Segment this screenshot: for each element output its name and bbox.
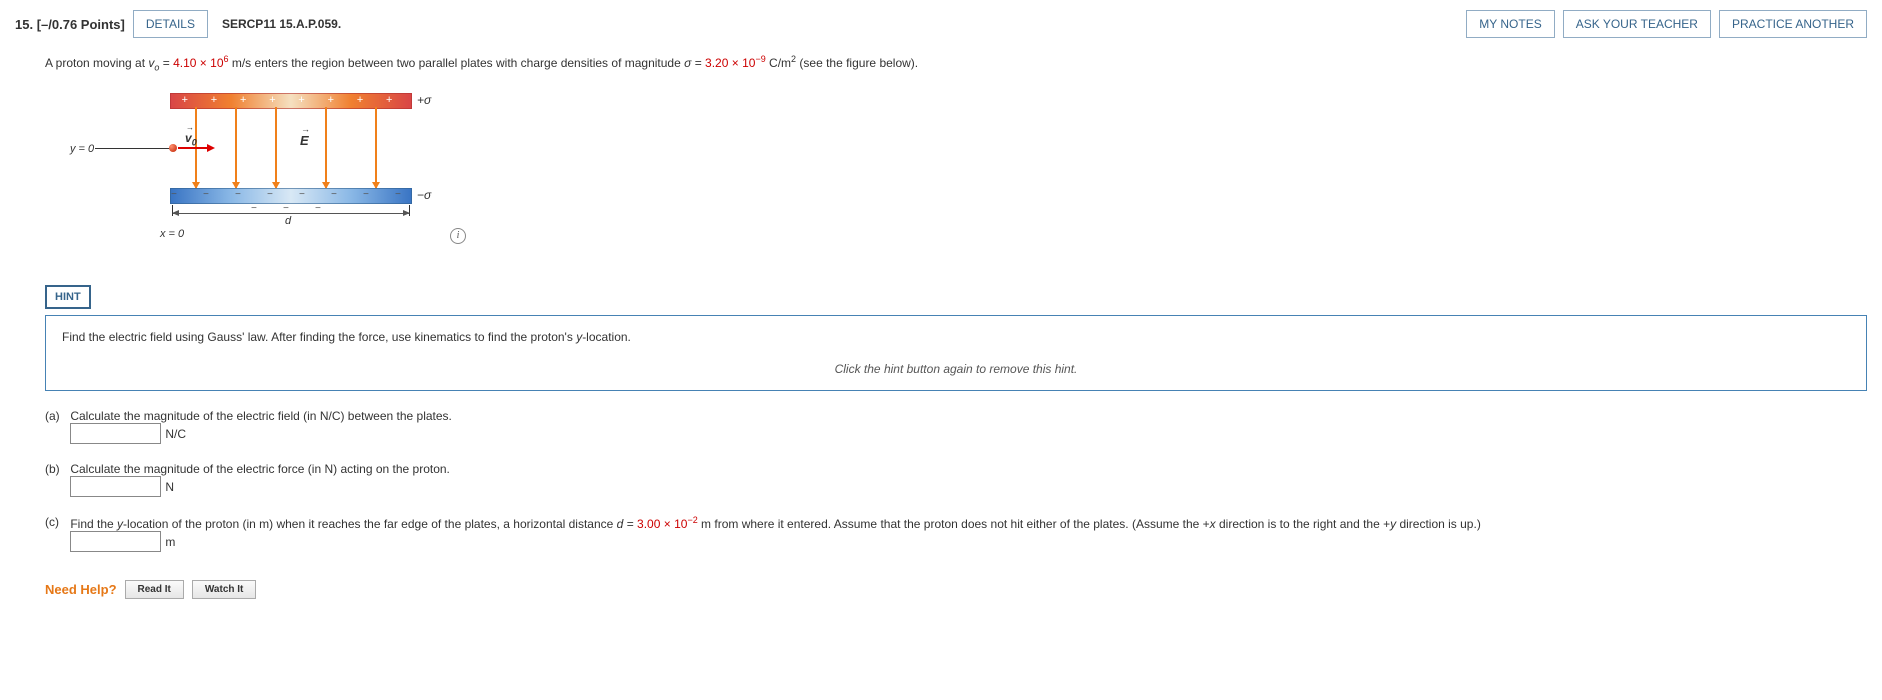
bottom-plate: − − − − − − − − − − −	[170, 188, 412, 204]
v0-label: v0	[185, 131, 197, 147]
part-a-input[interactable]	[70, 423, 161, 444]
figure-diagram: + + + + + + + + + + + +σ E v0 y = 0 − − …	[125, 93, 565, 263]
part-a: (a) Calculate the magnitude of the elect…	[45, 409, 1867, 444]
source-code: SERCP11 15.A.P.059.	[222, 17, 341, 31]
part-b-input[interactable]	[70, 476, 161, 497]
need-help-label: Need Help?	[45, 582, 117, 597]
hint-button[interactable]: HINT	[45, 285, 91, 309]
read-it-button[interactable]: Read It	[125, 580, 184, 599]
part-a-unit: N/C	[165, 427, 186, 441]
part-b-unit: N	[165, 480, 174, 494]
part-c: (c) Find the y-location of the proton (i…	[45, 515, 1867, 552]
field-line	[275, 107, 277, 188]
d-dimension-line	[173, 213, 409, 214]
sigma-minus-label: −σ	[417, 188, 431, 202]
question-header: 15. [–/0.76 Points] DETAILS SERCP11 15.A…	[15, 10, 1867, 38]
info-icon[interactable]: i	[450, 228, 466, 244]
field-line	[235, 107, 237, 188]
entry-axis	[95, 148, 175, 149]
e-field-label: E	[300, 133, 309, 148]
y0-label: y = 0	[70, 143, 94, 155]
my-notes-button[interactable]: MY NOTES	[1466, 10, 1554, 38]
practice-another-button[interactable]: PRACTICE ANOTHER	[1719, 10, 1867, 38]
x0-label: x = 0	[160, 228, 184, 240]
field-line	[375, 107, 377, 188]
part-c-input[interactable]	[70, 531, 161, 552]
watch-it-button[interactable]: Watch It	[192, 580, 257, 599]
part-a-label: (a)	[45, 409, 67, 423]
part-b-text: Calculate the magnitude of the electric …	[70, 462, 450, 476]
need-help-row: Need Help? Read It Watch It	[45, 580, 1867, 599]
field-line	[325, 107, 327, 188]
ask-teacher-button[interactable]: ASK YOUR TEACHER	[1563, 10, 1711, 38]
hint-box: Find the electric field using Gauss' law…	[45, 315, 1867, 391]
part-c-label: (c)	[45, 515, 67, 529]
hint-remove-text: Click the hint button again to remove th…	[62, 362, 1850, 376]
part-c-unit: m	[165, 535, 175, 549]
part-c-text: Find the y-location of the proton (in m)…	[70, 517, 1480, 531]
question-number: 15. [–/0.76 Points]	[15, 17, 125, 32]
part-b-label: (b)	[45, 462, 67, 476]
part-a-text: Calculate the magnitude of the electric …	[70, 409, 452, 423]
part-b: (b) Calculate the magnitude of the elect…	[45, 462, 1867, 497]
proton-dot	[169, 144, 177, 152]
hint-text: Find the electric field using Gauss' law…	[62, 330, 1850, 344]
d-label: d	[285, 215, 291, 227]
problem-statement: A proton moving at vo = 4.10 × 106 m/s e…	[45, 53, 1867, 75]
sigma-plus-label: +σ	[417, 93, 431, 107]
details-button[interactable]: DETAILS	[133, 10, 208, 38]
